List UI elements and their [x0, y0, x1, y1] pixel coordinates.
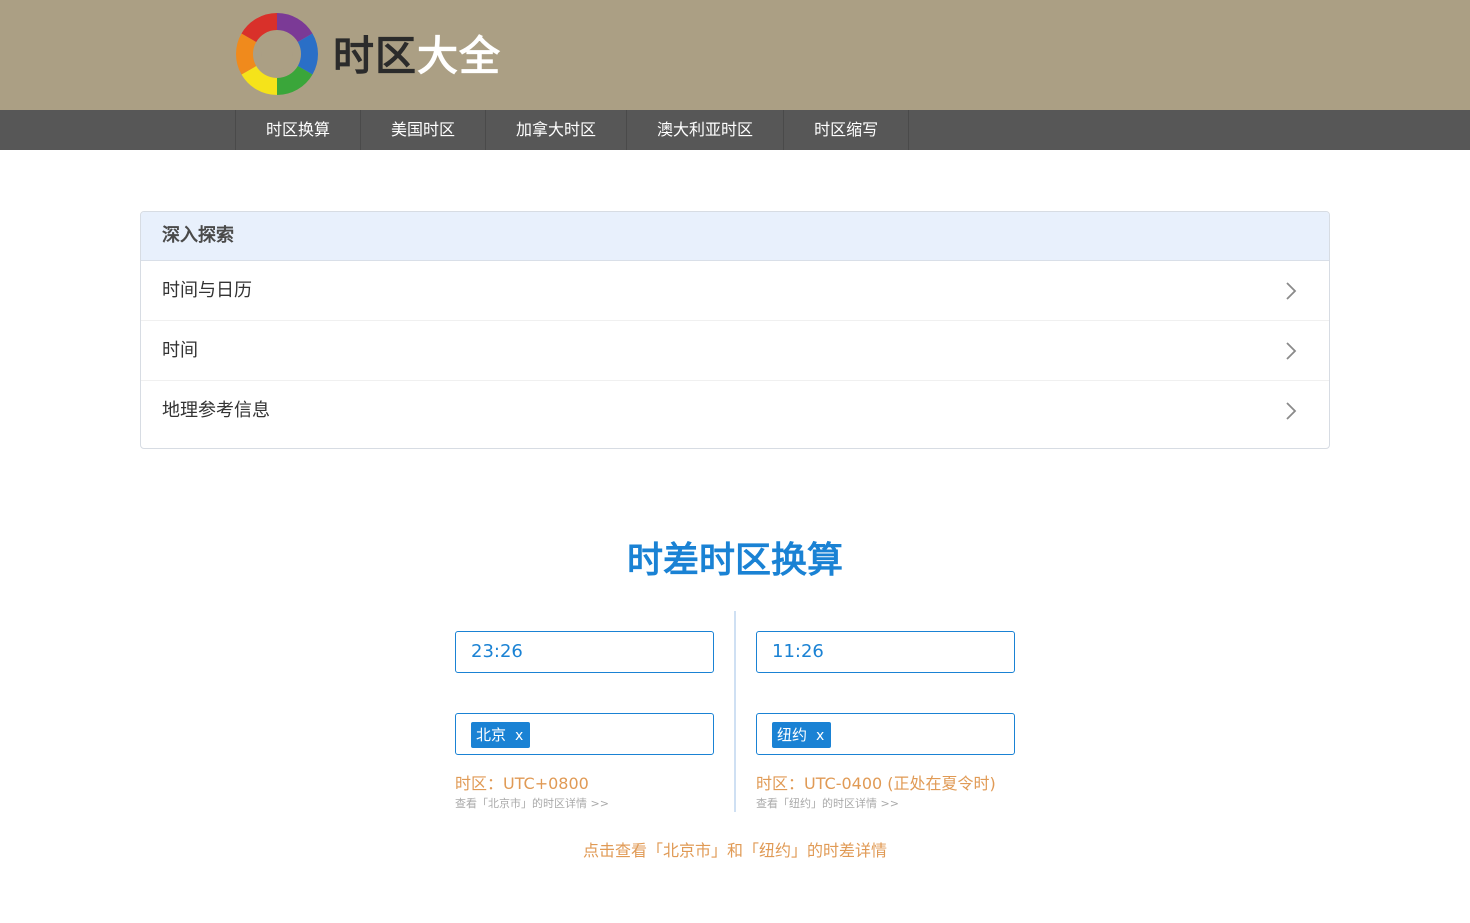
- explore-item-label: 时间: [162, 340, 198, 361]
- logo-text-light: 大全: [417, 32, 501, 80]
- explore-panel: 深入探索 时间与日历 时间 地理参考信息: [140, 211, 1330, 449]
- main-nav: 时区换算 美国时区 加拿大时区 澳大利亚时区 时区缩写: [0, 110, 1470, 150]
- left-timezone-detail-link[interactable]: 查看「北京市」的时区详情 >>: [455, 797, 609, 811]
- city-tag-label: 北京: [476, 726, 507, 744]
- city-tag-label: 纽约: [777, 726, 808, 744]
- right-timezone-label: 时区：UTC-0400 (正处在夏令时): [756, 774, 996, 793]
- logo-icon[interactable]: [236, 13, 318, 95]
- left-timezone-label: 时区：UTC+0800: [455, 774, 589, 793]
- site-header: 时区大全: [0, 0, 1470, 110]
- explore-item-geo-reference[interactable]: 地理参考信息: [141, 381, 1329, 441]
- converter-title: 时差时区换算: [626, 540, 843, 581]
- explore-panel-title: 深入探索: [141, 212, 1329, 261]
- left-city-tag[interactable]: 北京 x: [471, 722, 531, 748]
- nav-item-timezone-convert[interactable]: 时区换算: [236, 110, 362, 150]
- left-city-input[interactable]: 北京 x: [455, 713, 714, 755]
- chevron-right-icon: [1286, 342, 1297, 360]
- left-time-input[interactable]: 23:26: [455, 631, 714, 673]
- right-time-input[interactable]: 11:26: [756, 631, 1015, 673]
- time-difference-detail-link[interactable]: 点击查看「北京市」和「纽约」的时差详情: [0, 840, 1470, 862]
- converter-divider: [734, 611, 736, 812]
- right-city-tag[interactable]: 纽约 x: [772, 722, 832, 748]
- nav-item-australia-timezones[interactable]: 澳大利亚时区: [627, 110, 785, 150]
- explore-item-label: 地理参考信息: [162, 400, 270, 421]
- site-logo-text[interactable]: 时区大全: [333, 30, 501, 82]
- nav-item-us-timezones[interactable]: 美国时区: [361, 110, 487, 150]
- remove-tag-icon[interactable]: x: [816, 728, 824, 744]
- chevron-right-icon: [1286, 282, 1297, 300]
- right-timezone-detail-link[interactable]: 查看「纽约」的时区详情 >>: [756, 797, 899, 811]
- logo-text-dark: 时区: [333, 32, 417, 80]
- explore-item-time-calendar[interactable]: 时间与日历: [141, 261, 1329, 321]
- right-city-input[interactable]: 纽约 x: [756, 713, 1015, 755]
- nav-item-canada-timezones[interactable]: 加拿大时区: [486, 110, 628, 150]
- remove-tag-icon[interactable]: x: [515, 728, 523, 744]
- explore-item-label: 时间与日历: [162, 280, 252, 301]
- explore-item-time[interactable]: 时间: [141, 321, 1329, 381]
- nav-item-timezone-abbreviations[interactable]: 时区缩写: [784, 110, 910, 150]
- chevron-right-icon: [1286, 402, 1297, 420]
